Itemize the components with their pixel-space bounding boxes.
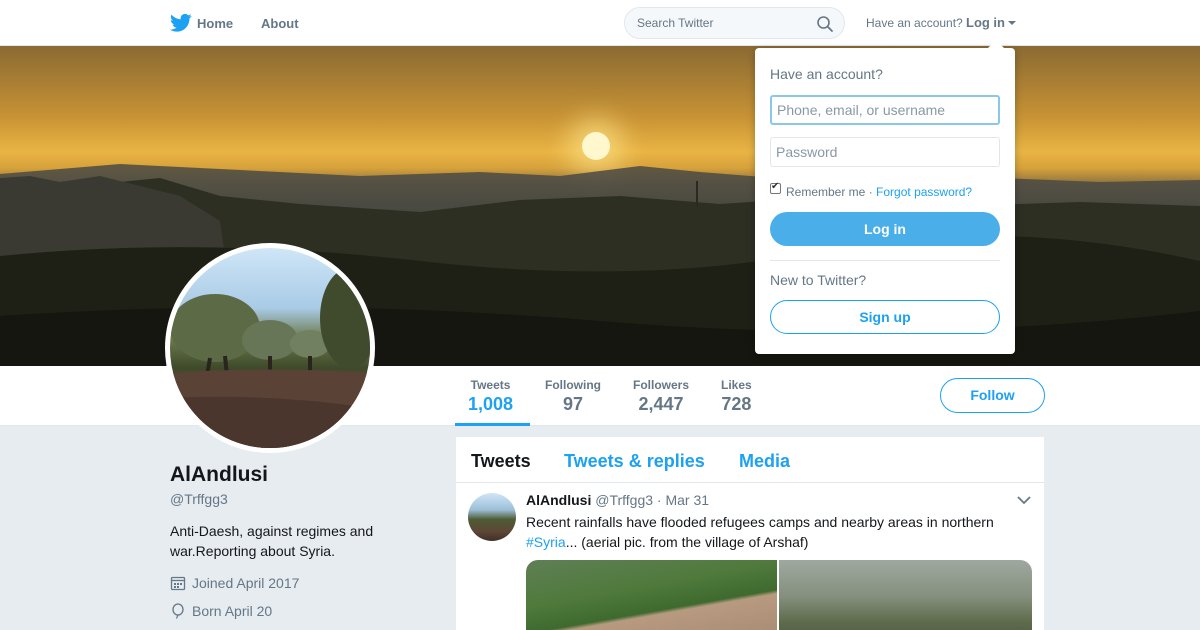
tweet-header: AlAndlusi @Trffgg3 · Mar 31 [526, 492, 709, 508]
signup-button[interactable]: Sign up [770, 300, 1000, 334]
tab-media[interactable]: Media [739, 451, 790, 472]
tweet-text-after: ... (aerial pic. from the village of Ars… [565, 534, 809, 550]
stat-following[interactable]: Following 97 [545, 378, 601, 415]
tweet-author-handle[interactable]: @Trffgg3 [595, 492, 653, 508]
nav-home-link[interactable]: Home [197, 16, 233, 31]
search-input[interactable]: Search Twitter [637, 16, 713, 30]
remember-me-checkbox[interactable] [770, 181, 781, 194]
profile-joined: Joined April 2017 [170, 575, 299, 591]
separator-dot: · [868, 185, 873, 199]
stat-value: 97 [562, 394, 584, 414]
profile-handle: @Trffgg3 [170, 491, 228, 507]
tweet-media[interactable] [526, 560, 1032, 630]
tab-tweets[interactable]: Tweets [471, 451, 531, 472]
search-box[interactable]: Search Twitter [624, 7, 845, 39]
tweet-date[interactable]: Mar 31 [665, 492, 709, 508]
profile-avatar[interactable] [165, 243, 375, 453]
tweet-hashtag[interactable]: #Syria [526, 534, 566, 550]
stat-value: 1,008 [468, 394, 514, 414]
tweet-dot: · [656, 492, 662, 508]
stat-label: Followers [633, 378, 690, 392]
chevron-down-icon[interactable] [1017, 495, 1031, 505]
stat-likes[interactable]: Likes 728 [721, 378, 752, 415]
profile-birthday: Born April 20 [170, 603, 272, 619]
stat-tweets[interactable]: Tweets 1,008 [468, 378, 513, 415]
profile-bio: Anti-Daesh, against regimes and war.Repo… [170, 523, 374, 559]
stat-label: Tweets [470, 378, 511, 392]
tweet-avatar[interactable] [468, 493, 516, 541]
remember-me-row: Remember me · Forgot password? [786, 185, 972, 199]
tab-tweets-replies[interactable]: Tweets & replies [564, 451, 705, 472]
username-field[interactable] [770, 95, 1000, 125]
timeline: Tweets Tweets & replies Media AlAndlusi … [456, 437, 1044, 630]
born-text: Born April 20 [192, 603, 273, 619]
search-icon[interactable] [816, 15, 834, 33]
login-dropdown: Have an account? Remember me · Forgot pa… [755, 40, 1015, 354]
remember-me-label[interactable]: Remember me [786, 185, 865, 199]
forgot-password-link[interactable]: Forgot password? [876, 185, 972, 199]
stat-value: 2,447 [638, 394, 684, 414]
top-navigation-bar: Home About Search Twitter Have an accoun… [0, 0, 1200, 46]
dropdown-divider [770, 260, 1000, 261]
password-field[interactable] [770, 137, 1000, 167]
profile-name: AlAndlusi [170, 463, 268, 486]
follow-button[interactable]: Follow [940, 378, 1045, 413]
timeline-tabs: Tweets Tweets & replies Media [456, 437, 1044, 483]
active-stat-underline [455, 423, 530, 426]
tweet-photo-camp[interactable] [779, 560, 1032, 630]
dropdown-title: Have an account? [770, 66, 883, 82]
stat-label: Following [545, 378, 601, 392]
login-dropdown-toggle[interactable]: Log in [966, 15, 1005, 30]
new-to-twitter-text: New to Twitter? [770, 272, 867, 288]
tweet[interactable]: AlAndlusi @Trffgg3 · Mar 31 Recent rainf… [456, 483, 1044, 630]
tweet-text-before: Recent rainfalls have flooded refugees c… [526, 514, 994, 530]
nav-about-link[interactable]: About [261, 16, 299, 31]
stat-value: 728 [721, 394, 752, 414]
have-account-text: Have an account? [866, 16, 963, 30]
tweet-author-name[interactable]: AlAndlusi [526, 492, 591, 508]
stat-followers[interactable]: Followers 2,447 [633, 378, 689, 415]
twitter-bird-icon[interactable] [170, 13, 192, 33]
avatar-olive-grove [170, 268, 370, 448]
tweet-photo-flooded-fields[interactable] [526, 560, 777, 630]
stat-label: Likes [721, 378, 752, 392]
login-button[interactable]: Log in [770, 212, 1000, 246]
balloon-icon [172, 603, 184, 619]
caret-down-icon[interactable] [1008, 21, 1016, 25]
tweet-text: Recent rainfalls have flooded refugees c… [526, 512, 1026, 552]
joined-text: Joined April 2017 [192, 575, 300, 591]
calendar-icon [170, 576, 186, 591]
